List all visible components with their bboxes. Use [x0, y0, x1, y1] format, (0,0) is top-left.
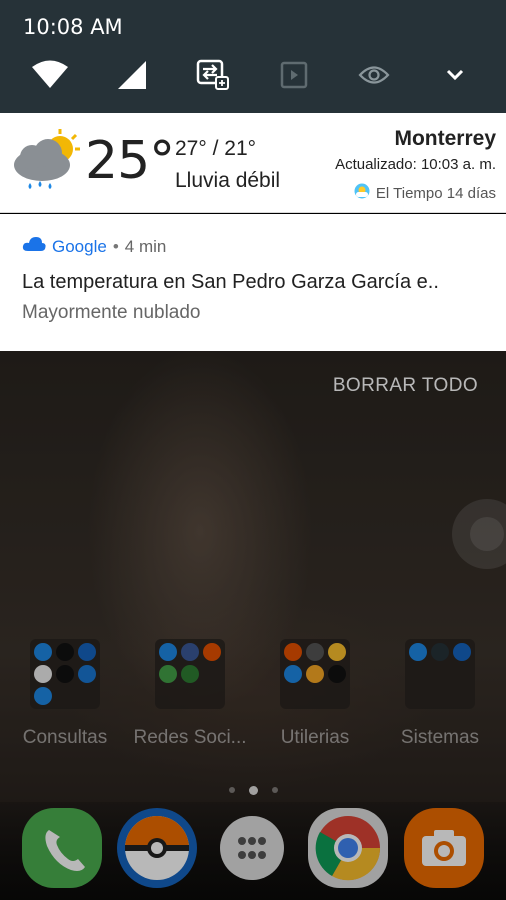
weather-condition: Lluvia débil [175, 169, 281, 192]
notification-title: La temperatura en San Pedro Garza García… [22, 271, 439, 293]
page-dot-active [248, 785, 258, 795]
chrome-icon[interactable] [308, 808, 388, 888]
notification-app-name: Google [52, 236, 107, 256]
app-icon [409, 643, 427, 661]
temperature-range: 27° / 21° [175, 137, 257, 160]
clear-all-button[interactable]: BORRAR TODO [333, 375, 478, 397]
cloud-icon [22, 236, 46, 257]
folder-label-redes-sociales: Redes Soci... [133, 727, 247, 748]
app-icon [328, 665, 346, 683]
city-name: Monterrey [394, 127, 496, 150]
star-icon [78, 643, 96, 661]
eye-icon[interactable] [354, 55, 394, 95]
folder-consultas[interactable] [30, 639, 100, 709]
folder-label-consultas: Consultas [22, 727, 108, 748]
app-icon [203, 643, 221, 661]
quick-settings-panel: 10:08 AM [0, 0, 506, 113]
notification-time: 4 min [124, 236, 167, 256]
weather-notification[interactable]: 25° 27° / 21° Lluvia débil Monterrey Act… [0, 113, 506, 213]
app-icon [453, 643, 471, 661]
weather-source: El Tiempo 14 días [354, 183, 496, 203]
quick-settings-toggles [0, 55, 506, 95]
app-icon [306, 665, 324, 683]
folder-sistemas[interactable] [405, 639, 475, 709]
dock [0, 802, 506, 900]
messenger-icon [159, 643, 177, 661]
home-screen: BORRAR TODO Consultas Redes Soci... Util… [0, 351, 506, 900]
folder-label-utilerias: Utilerias [280, 727, 350, 748]
chevron-down-icon[interactable] [435, 55, 475, 95]
page-dot [228, 787, 235, 793]
pokeball-icon[interactable] [117, 808, 197, 888]
app-icon [56, 643, 74, 661]
notification-header: Google • 4 min [22, 236, 166, 257]
google-notification[interactable]: Google • 4 min La temperatura en San Ped… [0, 214, 506, 351]
page-dot [271, 787, 278, 793]
app-icon [284, 643, 302, 661]
weather-source-label: El Tiempo 14 días [375, 184, 496, 202]
app-drawer-icon[interactable] [220, 816, 284, 880]
phone-icon[interactable] [22, 808, 102, 888]
page-indicator [0, 785, 506, 795]
app-icon [306, 643, 324, 661]
folder-label-sistemas: Sistemas [400, 727, 480, 748]
status-time: 10:08 AM [23, 15, 123, 39]
current-temperature: 25° [85, 131, 175, 191]
folder-utilerias[interactable] [280, 639, 350, 709]
camera-icon[interactable] [404, 808, 484, 888]
folder-redes-sociales[interactable] [155, 639, 225, 709]
app-icon [328, 643, 346, 661]
wifi-icon[interactable] [30, 55, 70, 95]
uber-icon [56, 665, 74, 683]
whatsapp-icon [181, 665, 199, 683]
notification-separator: • [112, 236, 119, 256]
weather-app-icon [354, 183, 370, 203]
notification-subtitle: Mayormente nublado [22, 302, 201, 323]
play-icon [159, 665, 177, 683]
data-transfer-icon[interactable] [193, 55, 233, 95]
settings-icon [78, 665, 96, 683]
speedometer-icon [431, 643, 449, 661]
updated-time: Actualizado: 10:03 a. m. [335, 156, 496, 173]
rain-cloud-icon [10, 129, 82, 193]
signal-icon[interactable] [112, 55, 152, 95]
shazam-icon [34, 687, 52, 705]
facebook-icon [181, 643, 199, 661]
att-icon [34, 643, 52, 661]
home-icon [284, 665, 302, 683]
cast-icon[interactable] [274, 55, 314, 95]
app-icon [34, 665, 52, 683]
floating-assistant-button[interactable] [452, 499, 506, 569]
